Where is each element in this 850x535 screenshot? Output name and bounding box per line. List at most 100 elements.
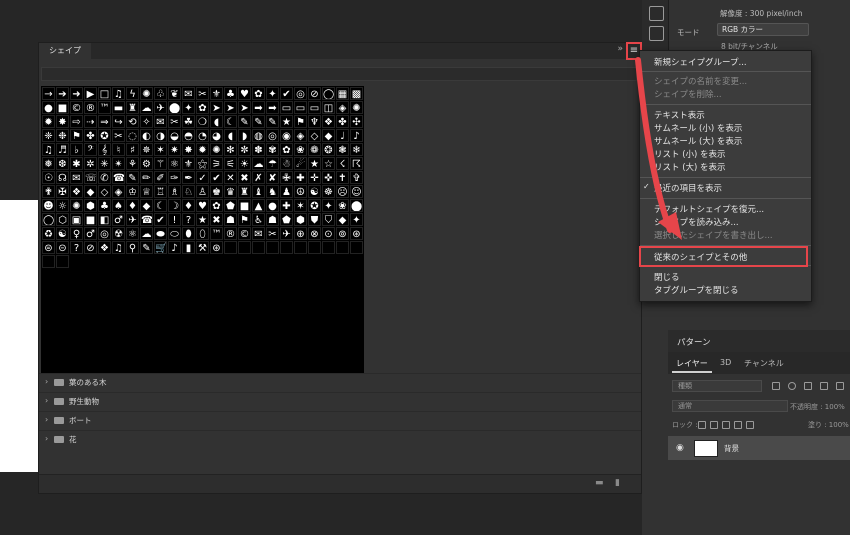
shape-thumbnail[interactable]: ? xyxy=(70,241,83,254)
shape-thumbnail[interactable]: ☹ xyxy=(336,185,349,198)
shape-thumbnail[interactable]: ⇒ xyxy=(98,115,111,128)
menu-item[interactable]: 閉じる xyxy=(654,271,680,283)
shape-thumbnail[interactable]: ★ xyxy=(308,157,321,170)
shape-thumbnail[interactable]: ♯ xyxy=(126,143,139,156)
shape-thumbnail[interactable] xyxy=(322,241,335,254)
shape-thumbnail[interactable]: ✻ xyxy=(224,143,237,156)
shape-thumbnail[interactable]: ✿ xyxy=(196,101,209,114)
shape-thumbnail[interactable]: ⊝ xyxy=(56,241,69,254)
shape-thumbnail[interactable]: ■ xyxy=(238,199,251,212)
shape-thumbnail[interactable]: ☄ xyxy=(294,157,307,170)
shape-thumbnail[interactable]: ⚑ xyxy=(70,129,83,142)
shape-thumbnail[interactable]: ➤ xyxy=(224,101,237,114)
shape-thumbnail[interactable]: ✐ xyxy=(154,171,167,184)
shape-thumbnail[interactable] xyxy=(294,241,307,254)
shape-group-row[interactable]: › 花 xyxy=(39,430,641,450)
shape-thumbnail[interactable] xyxy=(56,255,69,268)
shape-thumbnail[interactable]: ✲ xyxy=(84,157,97,170)
shape-thumbnail[interactable]: ☸ xyxy=(322,185,335,198)
shape-thumbnail[interactable]: ❦ xyxy=(168,87,181,100)
shape-thumbnail[interactable]: ✣ xyxy=(350,115,363,128)
shape-thumbnail[interactable]: ♘ xyxy=(182,185,195,198)
shape-thumbnail[interactable] xyxy=(336,241,349,254)
shape-thumbnail[interactable]: □ xyxy=(98,87,111,100)
shape-thumbnail[interactable]: ☎ xyxy=(112,171,125,184)
shape-thumbnail[interactable]: ❀ xyxy=(294,143,307,156)
shape-thumbnail[interactable]: ✑ xyxy=(168,171,181,184)
shape-thumbnail[interactable]: ✪ xyxy=(308,199,321,212)
shape-thumbnail[interactable]: ⟲ xyxy=(126,115,139,128)
shape-thumbnail[interactable]: ✔ xyxy=(210,171,223,184)
filter-shape-icon[interactable] xyxy=(820,382,828,390)
shape-thumbnail[interactable]: ☗ xyxy=(224,213,237,226)
shape-thumbnail[interactable]: 🛒 xyxy=(154,241,167,254)
shape-thumbnail[interactable]: ♪ xyxy=(168,241,181,254)
shape-thumbnail[interactable]: ◖ xyxy=(224,129,237,142)
shape-thumbnail[interactable]: ☢ xyxy=(112,227,125,240)
shape-thumbnail[interactable]: ♥ xyxy=(238,87,251,100)
shape-thumbnail[interactable]: ✷ xyxy=(168,143,181,156)
shape-thumbnail[interactable]: ✓ xyxy=(196,171,209,184)
shape-thumbnail[interactable]: ❁ xyxy=(308,143,321,156)
shape-thumbnail[interactable]: ♗ xyxy=(168,185,181,198)
shape-thumbnail[interactable]: ◍ xyxy=(252,129,265,142)
shape-thumbnail[interactable]: ✾ xyxy=(266,143,279,156)
shape-thumbnail[interactable]: ® xyxy=(224,227,237,240)
blend-mode-select[interactable]: 通常 xyxy=(672,400,788,412)
shape-thumbnail[interactable]: ◧ xyxy=(98,213,111,226)
shape-thumbnail[interactable]: ✉ xyxy=(182,87,195,100)
shape-thumbnail[interactable]: ⬤ xyxy=(168,101,181,114)
shape-thumbnail[interactable]: ▭ xyxy=(308,101,321,114)
shape-thumbnail[interactable]: ◖ xyxy=(210,115,223,128)
shape-thumbnail[interactable]: ♠ xyxy=(112,199,125,212)
shape-thumbnail[interactable]: ✞ xyxy=(350,171,363,184)
trash-icon[interactable]: ▮ xyxy=(615,478,620,488)
lock-artboard-icon[interactable] xyxy=(734,421,742,429)
shape-thumbnail[interactable]: ❉ xyxy=(56,129,69,142)
shape-thumbnail[interactable]: ⊛ xyxy=(350,227,363,240)
shape-thumbnail[interactable] xyxy=(252,241,265,254)
shape-thumbnail[interactable]: ◆ xyxy=(336,213,349,226)
tab-3d[interactable]: 3D xyxy=(720,358,731,367)
shape-thumbnail[interactable]: ✪ xyxy=(98,129,111,142)
shape-thumbnail[interactable]: ♂ xyxy=(84,227,97,240)
shape-thumbnail[interactable]: ✺ xyxy=(70,199,83,212)
shape-thumbnail[interactable]: ✳ xyxy=(98,157,111,170)
shape-thumbnail[interactable]: ▭ xyxy=(294,101,307,114)
shape-thumbnail[interactable]: ⚛ xyxy=(126,227,139,240)
shape-thumbnail[interactable]: ⇨ xyxy=(70,115,83,128)
chevron-right-icon[interactable]: › xyxy=(45,396,48,405)
shape-thumbnail[interactable]: ◌ xyxy=(126,129,139,142)
shape-thumbnail[interactable]: ♕ xyxy=(140,185,153,198)
shape-thumbnail[interactable]: ◕ xyxy=(210,129,223,142)
shape-thumbnail[interactable] xyxy=(238,241,251,254)
shape-thumbnail[interactable]: ✎ xyxy=(238,115,251,128)
shape-thumbnail[interactable]: ■ xyxy=(84,213,97,226)
shape-thumbnail[interactable]: ✶ xyxy=(294,199,307,212)
adjustments-icon[interactable] xyxy=(649,26,664,41)
shape-thumbnail[interactable]: ♬ xyxy=(56,143,69,156)
shape-thumbnail[interactable]: ☈ xyxy=(350,157,363,170)
shape-thumbnail[interactable]: ▣ xyxy=(70,213,83,226)
shape-thumbnail[interactable]: ❖ xyxy=(98,241,111,254)
shape-thumbnail[interactable]: ✝ xyxy=(336,171,349,184)
shape-thumbnail[interactable]: ◑ xyxy=(154,129,167,142)
shape-thumbnail[interactable]: ✤ xyxy=(336,115,349,128)
filter-type-icon[interactable] xyxy=(804,382,812,390)
shape-thumbnail[interactable]: ♙ xyxy=(196,185,209,198)
lock-all-icon[interactable] xyxy=(746,421,754,429)
shape-thumbnail[interactable]: ⊚ xyxy=(336,227,349,240)
shape-thumbnail[interactable] xyxy=(266,241,279,254)
shape-thumbnail[interactable]: ♀ xyxy=(70,227,83,240)
shape-thumbnail[interactable]: ⚲ xyxy=(126,241,139,254)
properties-icon[interactable] xyxy=(649,6,664,21)
shape-thumbnail[interactable]: ◇ xyxy=(308,129,321,142)
shape-thumbnail[interactable]: ♻ xyxy=(42,227,55,240)
shape-thumbnail[interactable]: ⚜ xyxy=(210,87,223,100)
shape-thumbnail[interactable]: ✂ xyxy=(266,227,279,240)
shape-thumbnail[interactable]: ♂ xyxy=(112,213,125,226)
shape-thumbnail[interactable]: ☁ xyxy=(252,157,265,170)
shape-thumbnail[interactable]: ✸ xyxy=(56,115,69,128)
shape-thumbnail[interactable]: ⊙ xyxy=(322,227,335,240)
shape-thumbnail[interactable]: ⇢ xyxy=(84,115,97,128)
